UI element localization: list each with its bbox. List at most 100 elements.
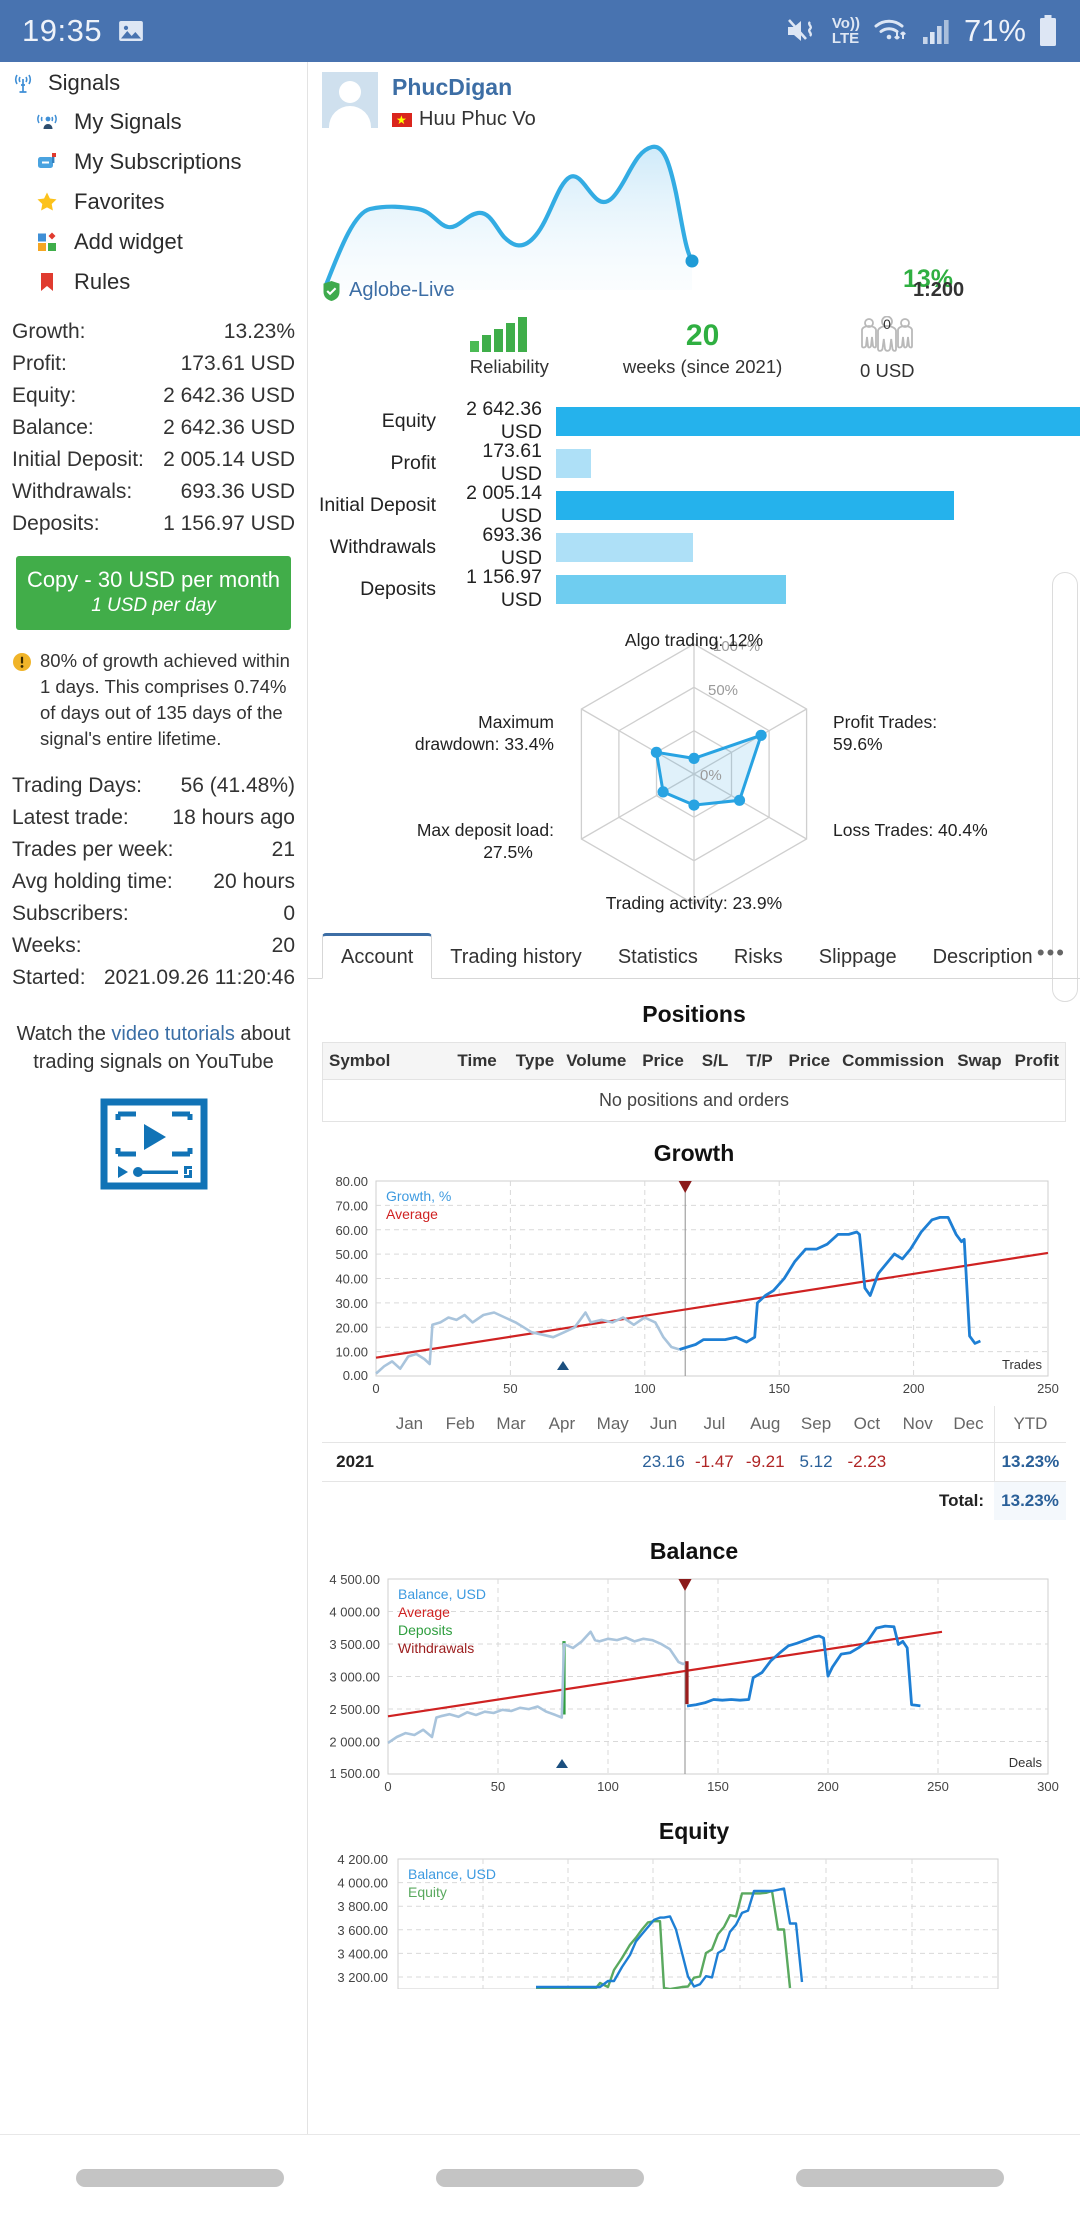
broker-name[interactable]: Aglobe-Live [349,279,455,302]
mute-vibrate-icon [786,17,820,45]
stat-row: Started: 2021.09.26 11:20:46 [10,962,297,994]
stat-row: Avg holding time: 20 hours [10,866,297,898]
monthly-value [536,1443,587,1481]
sidebar-item-label: Rules [74,269,131,294]
growth-ytick: 10.00 [335,1345,368,1360]
monthly-total-label: Total: [938,1491,984,1510]
equity-chart-block: Equity 4 200.00 4 000.00 3 800.00 3 600.… [308,1818,1080,1989]
tab-overflow-icon[interactable]: ••• [1037,940,1066,966]
col-price-cur: Price [788,1051,831,1070]
balance-xtick: 0 [384,1779,391,1794]
reliability-cell: Reliability [469,316,549,382]
sidebar-item-add-widget[interactable]: Add widget [0,222,307,262]
svg-text:59.6%: 59.6% [833,734,883,754]
month-header: Jun [649,1414,678,1433]
bar-row: Withdrawals 693.36 USD [308,524,1080,569]
stat-row: Latest trade: 18 hours ago [10,802,297,834]
stat-key: Trading Days: [12,774,142,797]
sidebar-item-my-subscriptions[interactable]: My Subscriptions [0,142,307,182]
tab-description[interactable]: Description [915,936,1051,978]
volte-icon: Vo)) LTE [831,15,860,47]
growth-ytick: 80.00 [335,1174,368,1189]
month-header: Apr [548,1414,576,1433]
growth-ytick: 30.00 [335,1296,368,1311]
balance-xaxis-label: Deals [1009,1755,1043,1770]
monthly-header-row: Jan Feb Mar Apr May Jun Jul Aug Sep Oct … [322,1406,1066,1442]
bar-fill [556,490,954,520]
balance-xtick: 300 [1037,1779,1059,1794]
monthly-value [435,1443,486,1481]
sidebar-item-favorites[interactable]: Favorites [0,182,307,222]
growth-ytick: 40.00 [335,1272,368,1287]
app-screen: 19:35 Vo)) LTE 71% Signals My Signals My… [0,0,1080,2220]
stat-key: Deposits: [12,512,100,535]
bar-track [556,442,1080,484]
video-player-icon[interactable] [0,1098,307,1190]
growth-legend-average: Average [386,1206,438,1222]
signal-bars-icon [922,18,952,44]
svg-text:drawdown: 33.4%: drawdown: 33.4% [415,734,554,754]
nav-back-button[interactable] [76,2168,284,2187]
sidebar-item-signals[interactable]: Signals [0,66,307,102]
growth-xtick: 150 [768,1381,790,1396]
stat-key: Started: [12,966,86,989]
balance-xtick: 100 [597,1779,619,1794]
bar-row: Equity 2 642.36 USD [308,398,1080,443]
monthly-value [892,1443,943,1481]
bar-fill [556,574,786,604]
copy-subscribe-button[interactable]: Copy - 30 USD per month 1 USD per day [16,556,291,630]
tab-risks[interactable]: Risks [716,936,801,978]
monthly-value [587,1443,638,1481]
stat-value: 693.36 USD [180,480,295,503]
growth-warning-text: 80% of growth achieved within 1 days. Th… [40,650,290,749]
video-tutorials-link[interactable]: video tutorials [111,1023,234,1045]
nav-recents-button[interactable] [796,2168,1004,2187]
sidebar-item-label: Favorites [74,189,165,214]
widget-icon [34,229,60,255]
warning-icon [12,652,32,752]
balance-ytick: 4 000.00 [329,1605,380,1620]
growth-chart-block: Growth 80.00 70.00 60.00 50.00 40.00 30.… [308,1140,1080,1406]
col-profit: Profit [1014,1051,1060,1070]
tab-account[interactable]: Account [322,933,433,979]
tab-trading-history[interactable]: Trading history [432,936,600,978]
col-symbol: Symbol [329,1051,391,1070]
sidebar-item-my-signals[interactable]: My Signals [0,102,307,142]
equity-legend-balance: Balance, USD [408,1866,496,1882]
radar-label-max-deposit-load: Max deposit load: [417,820,554,840]
growth-xaxis-label: Trades [1002,1357,1042,1372]
equity-chart-title: Equity [658,1818,730,1844]
mailbox-icon [34,149,60,175]
stat-value: 21 [271,838,295,861]
stat-key: Growth: [12,320,86,343]
sidebar: Signals My Signals My Subscriptions Favo… [0,62,308,2196]
svg-text:27.5%: 27.5% [483,842,533,862]
radar-ring-50: 50% [708,682,738,699]
tab-statistics[interactable]: Statistics [600,936,716,978]
balance-legend-deposits: Deposits [398,1622,452,1638]
leverage-value: 1:200 [913,279,965,301]
weeks-label: weeks (since 2021) [622,356,783,377]
bar-fill [556,406,1080,436]
monthly-value: -9.21 [745,1452,785,1471]
positions-title: Positions [642,1001,746,1027]
growth-warning: 80% of growth achieved within 1 days. Th… [12,648,295,752]
sidebar-stats-secondary: Trading Days: 56 (41.48%) Latest trade: … [0,770,307,994]
bar-value: 693.36 USD [482,524,542,569]
stat-value: 20 hours [213,870,295,893]
monthly-value: 23.16 [642,1452,685,1471]
balance-xtick: 50 [491,1779,505,1794]
copy-button-daily: 1 USD per day [91,595,216,616]
stat-key: Withdrawals: [12,480,133,503]
weeks-cell: 20 weeks (since 2021) [623,316,782,382]
tab-slippage[interactable]: Slippage [801,936,915,978]
nav-home-button[interactable] [436,2168,644,2187]
stat-row: Weeks: 20 [10,930,297,962]
sidebar-item-rules[interactable]: Rules [0,262,307,302]
growth-chart-title: Growth [653,1140,735,1166]
col-time: Time [457,1051,497,1070]
stat-value: 2021.09.26 11:20:46 [103,966,295,989]
stat-key: Weeks: [12,934,82,957]
positions-table-header: Symbol Time Type Volume Price S/L T/P Pr… [323,1043,1065,1080]
stat-value: 1 156.97 USD [163,512,295,535]
